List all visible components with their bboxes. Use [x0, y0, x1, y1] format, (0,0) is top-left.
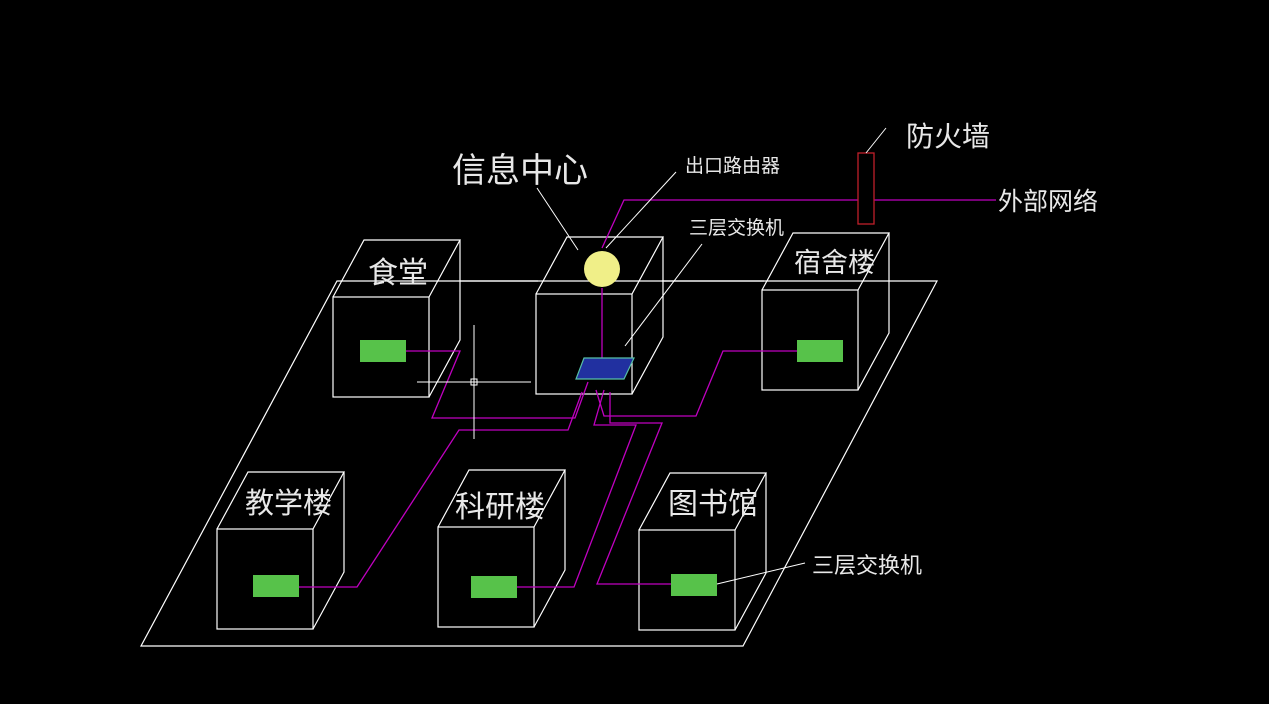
access-switch-teaching	[253, 575, 299, 597]
link-core-canteen	[406, 350, 589, 419]
access-switch-library	[671, 574, 717, 596]
core-switch	[575, 357, 635, 380]
label-library: 图书馆	[668, 487, 758, 522]
access-switch-canteen	[360, 340, 406, 362]
exit-router	[584, 251, 620, 287]
label-exit-router: 出口路由器	[685, 155, 780, 177]
label-teaching: 教学楼	[245, 486, 332, 520]
label-l3-switch-bottom: 三层交换机	[812, 554, 922, 579]
leader-info-center	[536, 187, 579, 251]
network-topology-diagram: 信息中心 出口路由器 三层交换机 防火墙 外部网络 食堂 宿舍楼 教学楼 科研楼…	[139, 120, 1098, 647]
label-external-network: 外部网络	[998, 187, 1098, 216]
label-canteen: 食堂	[368, 256, 428, 291]
label-info-center: 信息中心	[452, 151, 588, 191]
label-research: 科研楼	[455, 490, 545, 525]
access-switch-dormitory	[797, 340, 843, 362]
link-core-research	[517, 389, 637, 588]
leader-firewall	[865, 127, 887, 154]
access-switch-research	[471, 576, 517, 598]
label-l3-switch-top: 三层交换机	[689, 217, 784, 239]
link-core-library	[596, 392, 671, 585]
cad-crosshair-cursor	[417, 325, 531, 439]
leader-l3-switch-bottom	[716, 562, 806, 585]
label-firewall: 防火墙	[906, 120, 990, 153]
firewall-box	[857, 152, 875, 225]
label-dormitory: 宿舍楼	[794, 248, 875, 279]
